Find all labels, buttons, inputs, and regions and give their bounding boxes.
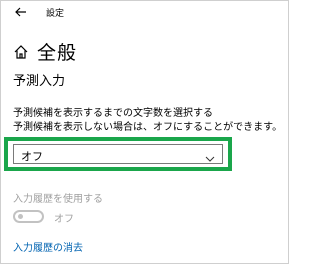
section-title: 予測入力 [13, 74, 66, 89]
prediction-description-line1: 予測候補を表示するまでの文字数を選択する [13, 108, 213, 119]
home-icon [13, 44, 29, 60]
prediction-dropdown-value: オフ [21, 150, 43, 163]
prediction-dropdown[interactable]: オフ [13, 144, 223, 164]
page-title: 全般 [37, 42, 78, 64]
history-toggle[interactable] [13, 210, 44, 223]
prediction-description-line2: 予測候補を表示しない場合は、オフにすることができます。 [13, 122, 283, 133]
chevron-down-icon [205, 149, 215, 162]
toggle-knob [18, 214, 23, 219]
clear-history-link[interactable]: 入力履歴の消去 [13, 239, 83, 254]
history-toggle-label: 入力履歴を使用する [13, 194, 103, 205]
window-title: 設定 [46, 9, 65, 19]
settings-window: 設定 全般 予測入力 予測候補を表示するまでの文字数を選択する 予測候補を表示し… [0, 0, 289, 264]
back-arrow-icon[interactable] [13, 4, 29, 20]
history-toggle-state: オフ [54, 214, 74, 225]
